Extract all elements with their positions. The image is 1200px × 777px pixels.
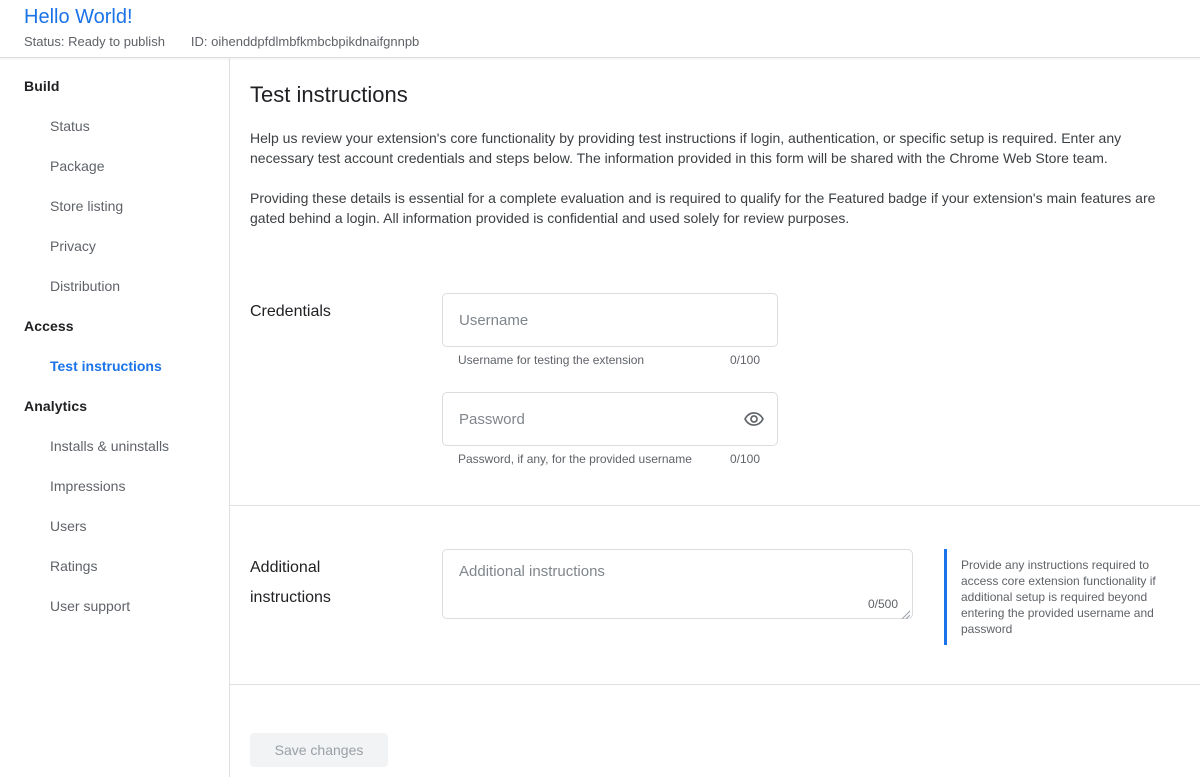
save-changes-button[interactable]: Save changes bbox=[250, 733, 388, 767]
sidebar-nav: Build Status Package Store listing Priva… bbox=[0, 58, 230, 777]
additional-instructions-tip: Provide any instructions required to acc… bbox=[944, 549, 1186, 645]
sidebar-item-test-instructions[interactable]: Test instructions bbox=[0, 346, 229, 386]
sidebar-item-users[interactable]: Users bbox=[0, 506, 229, 546]
section-divider bbox=[230, 505, 1200, 506]
sidebar-item-status[interactable]: Status bbox=[0, 106, 229, 146]
sidebar-item-package[interactable]: Package bbox=[0, 146, 229, 186]
password-helper-text: Password, if any, for the provided usern… bbox=[458, 452, 692, 467]
page-title: Test instructions bbox=[250, 82, 1186, 108]
credentials-section: Credentials Username for testing the ext… bbox=[250, 293, 1186, 467]
additional-instructions-textarea[interactable] bbox=[443, 550, 912, 618]
intro-paragraph-2: Providing these details is essential for… bbox=[250, 188, 1162, 228]
password-field-wrap bbox=[442, 392, 778, 446]
username-helper-row: Username for testing the extension 0/100 bbox=[442, 353, 778, 368]
sidebar-item-installs-uninstalls[interactable]: Installs & uninstalls bbox=[0, 426, 229, 466]
credentials-fields: Username for testing the extension 0/100 bbox=[442, 293, 778, 467]
page-layout: Build Status Package Store listing Priva… bbox=[0, 58, 1200, 777]
sidebar-item-ratings[interactable]: Ratings bbox=[0, 546, 229, 586]
eye-icon bbox=[743, 418, 765, 433]
sidebar-item-distribution[interactable]: Distribution bbox=[0, 266, 229, 306]
additional-instructions-label: Additional instructions bbox=[250, 549, 442, 613]
additional-instructions-box: 0/500 bbox=[442, 549, 913, 619]
additional-instructions-char-counter: 0/500 bbox=[868, 597, 898, 611]
section-divider bbox=[230, 684, 1200, 685]
sidebar-item-privacy[interactable]: Privacy bbox=[0, 226, 229, 266]
sidebar-item-user-support[interactable]: User support bbox=[0, 586, 229, 626]
extension-id: ID: oihenddpfdlmbfkmbcbpikdnaifgnnpb bbox=[191, 34, 419, 49]
intro-paragraph-1: Help us review your extension's core fun… bbox=[250, 128, 1162, 168]
username-char-counter: 0/100 bbox=[730, 353, 760, 368]
username-input[interactable] bbox=[442, 293, 778, 347]
extension-title: Hello World! bbox=[24, 4, 1200, 30]
password-helper-row: Password, if any, for the provided usern… bbox=[442, 452, 778, 467]
extension-status: Status: Ready to publish bbox=[24, 34, 165, 49]
extension-meta: Status: Ready to publish ID: oihenddpfdl… bbox=[24, 34, 1200, 49]
additional-instructions-section: Additional instructions 0/500 Provide an… bbox=[250, 549, 1186, 645]
username-helper-text: Username for testing the extension bbox=[458, 353, 644, 368]
sidebar-item-impressions[interactable]: Impressions bbox=[0, 466, 229, 506]
main-content: Test instructions Help us review your ex… bbox=[230, 58, 1200, 777]
sidebar-section-analytics: Analytics bbox=[0, 386, 229, 426]
textarea-resize-handle[interactable] bbox=[900, 606, 910, 616]
save-row: Save changes bbox=[250, 733, 1186, 767]
toggle-password-visibility-button[interactable] bbox=[743, 408, 765, 430]
sidebar-item-store-listing[interactable]: Store listing bbox=[0, 186, 229, 226]
sidebar-section-build: Build bbox=[0, 66, 229, 106]
credentials-label: Credentials bbox=[250, 293, 442, 327]
extension-header: Hello World! Status: Ready to publish ID… bbox=[0, 0, 1200, 58]
password-input[interactable] bbox=[442, 392, 778, 446]
sidebar-section-access: Access bbox=[0, 306, 229, 346]
password-char-counter: 0/100 bbox=[730, 452, 760, 467]
